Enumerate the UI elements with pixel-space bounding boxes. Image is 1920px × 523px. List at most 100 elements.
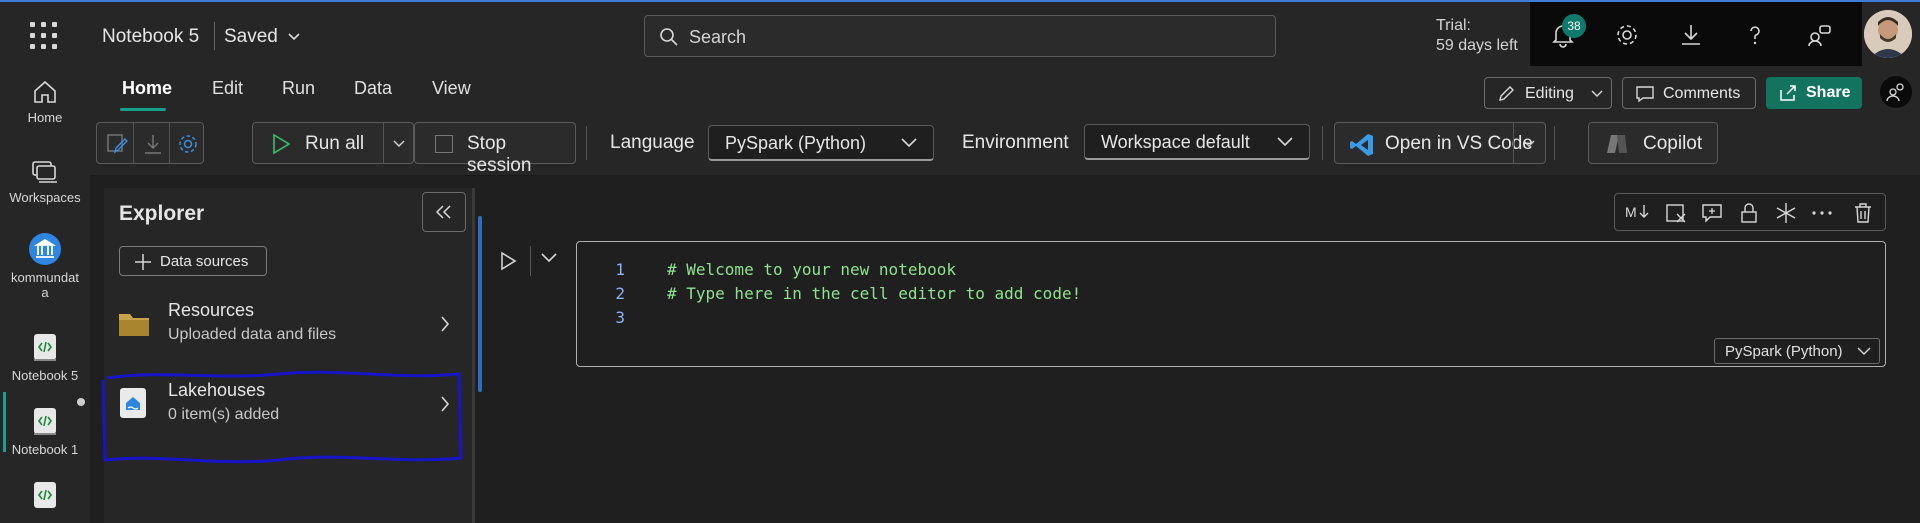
toolbar-divider [133, 123, 134, 163]
avatar-portrait-icon [1864, 10, 1912, 58]
chevron-down-icon[interactable] [1523, 140, 1535, 148]
file-actions-group [96, 122, 204, 164]
chevron-down-icon[interactable] [287, 32, 301, 42]
explorer-title: Explorer [119, 202, 205, 225]
trial-label: Trial: [1436, 17, 1471, 34]
clear-output-icon[interactable] [1665, 202, 1687, 224]
plus-icon [135, 254, 151, 270]
chevron-down-icon [1591, 90, 1603, 97]
save-edit-icon[interactable] [105, 132, 129, 156]
toolbar-divider [586, 126, 587, 160]
rail-item-notebook[interactable] [0, 480, 90, 516]
code-cell[interactable]: 1 # Welcome to your new notebook 2 # Typ… [576, 241, 1886, 367]
add-data-sources-button[interactable]: Data sources [119, 246, 267, 276]
lock-icon[interactable] [1739, 202, 1759, 224]
code-line[interactable]: # Type here in the cell editor to add co… [667, 284, 1081, 303]
rail-label: a [41, 285, 49, 300]
app-launcher-icon[interactable] [30, 22, 58, 50]
active-tab-indicator [120, 108, 166, 111]
search-input[interactable]: Search [644, 15, 1276, 57]
tab-home[interactable]: Home [122, 78, 172, 99]
svg-text:M: M [1625, 204, 1637, 220]
notification-badge: 38 [1562, 14, 1586, 38]
download-icon[interactable] [141, 132, 165, 156]
explorer-item-lakehouses[interactable]: Lakehouses 0 item(s) added [101, 370, 463, 464]
explorer-item-resources[interactable]: Resources Uploaded data and files [114, 294, 462, 358]
chevron-down-icon[interactable] [393, 140, 405, 148]
comment-icon [1636, 86, 1654, 103]
left-rail: Home Workspaces kommundat a Notebook 5 N… [0, 66, 90, 523]
pencil-icon [1499, 86, 1514, 101]
rail-item-workspaces[interactable]: Workspaces [0, 158, 90, 205]
environment-select[interactable]: Workspace default [1084, 124, 1310, 160]
run-all-label: Run all [305, 133, 365, 154]
workspace-kommundata-icon [29, 233, 61, 265]
feedback-icon[interactable] [1806, 22, 1832, 48]
rail-item-notebook-1[interactable]: Notebook 1 [0, 406, 90, 457]
save-status[interactable]: Saved [224, 26, 278, 48]
item-subtitle: 0 item(s) added [168, 406, 280, 423]
delete-icon[interactable] [1853, 202, 1873, 224]
collaborators-button[interactable] [1880, 76, 1912, 108]
item-title: Resources [168, 300, 255, 320]
pane-splitter[interactable] [472, 188, 475, 523]
chevron-down-icon [901, 138, 917, 148]
ribbon-tabs: Home Edit Run Data View Editing Comments… [90, 66, 1920, 112]
stop-session-button[interactable]: Stop session [414, 122, 576, 176]
language-value: PySpark (Python) [725, 133, 867, 153]
trial-status[interactable]: Trial: 59 days left [1436, 16, 1518, 56]
collapse-explorer-button[interactable] [422, 192, 466, 232]
language-label: Language [610, 132, 695, 153]
tab-edit[interactable]: Edit [212, 78, 243, 99]
stop-icon [435, 135, 453, 153]
notebook-icon [34, 334, 56, 361]
environment-label: Environment [962, 132, 1069, 153]
tab-view[interactable]: View [432, 78, 471, 99]
help-icon[interactable] [1742, 22, 1768, 48]
environment-value: Workspace default [1101, 132, 1250, 152]
editing-mode-button[interactable]: Editing [1484, 77, 1612, 109]
copilot-button[interactable]: Copilot [1588, 122, 1718, 164]
gear-icon[interactable] [1614, 22, 1640, 48]
vscode-icon [1350, 134, 1373, 156]
download-icon[interactable] [1678, 22, 1704, 48]
chevron-right-icon [441, 316, 450, 332]
trial-days: 59 days left [1436, 37, 1518, 54]
language-select[interactable]: PySpark (Python) [708, 125, 934, 161]
toolbar-divider [1513, 123, 1514, 163]
rail-label: Home [27, 110, 63, 125]
tab-data[interactable]: Data [354, 78, 392, 99]
toolbar-divider [383, 123, 384, 163]
double-chevron-left-icon [435, 205, 451, 219]
chevron-right-icon [441, 396, 450, 412]
search-icon [660, 28, 678, 46]
tab-run[interactable]: Run [282, 78, 315, 99]
copilot-label: Copilot [1643, 133, 1703, 154]
scrollbar-thumb[interactable] [478, 216, 482, 392]
rail-item-kommundata[interactable]: kommundat a [0, 232, 90, 300]
unsaved-dot [77, 398, 85, 406]
add-comment-icon[interactable] [1701, 202, 1725, 224]
share-button[interactable]: Share [1766, 77, 1862, 109]
chevron-down-icon[interactable] [540, 252, 558, 264]
notebook-icon [34, 408, 56, 435]
markdown-toggle-icon[interactable]: M [1625, 202, 1651, 222]
rail-item-notebook-5[interactable]: Notebook 5 [0, 332, 90, 383]
more-options-icon[interactable] [1811, 210, 1833, 216]
cell-toolbar: M [1614, 193, 1886, 231]
toolbar-divider [169, 123, 170, 163]
lakehouse-icon [120, 388, 146, 418]
notebook-title[interactable]: Notebook 5 [102, 26, 199, 48]
code-line[interactable]: # Welcome to your new notebook [667, 260, 956, 279]
run-all-button[interactable]: Run all [252, 122, 414, 164]
item-subtitle: Uploaded data and files [168, 326, 337, 343]
gear-icon[interactable] [176, 132, 200, 156]
cell-language-select[interactable]: PySpark (Python) [1714, 338, 1880, 364]
freeze-icon[interactable] [1775, 202, 1797, 224]
line-number: 3 [615, 308, 625, 327]
rail-item-home[interactable]: Home [0, 78, 90, 125]
comments-button[interactable]: Comments [1622, 77, 1756, 109]
open-vscode-button[interactable]: Open in VS Code [1334, 122, 1546, 164]
run-cell-icon[interactable] [498, 250, 518, 272]
user-avatar[interactable] [1864, 10, 1912, 58]
